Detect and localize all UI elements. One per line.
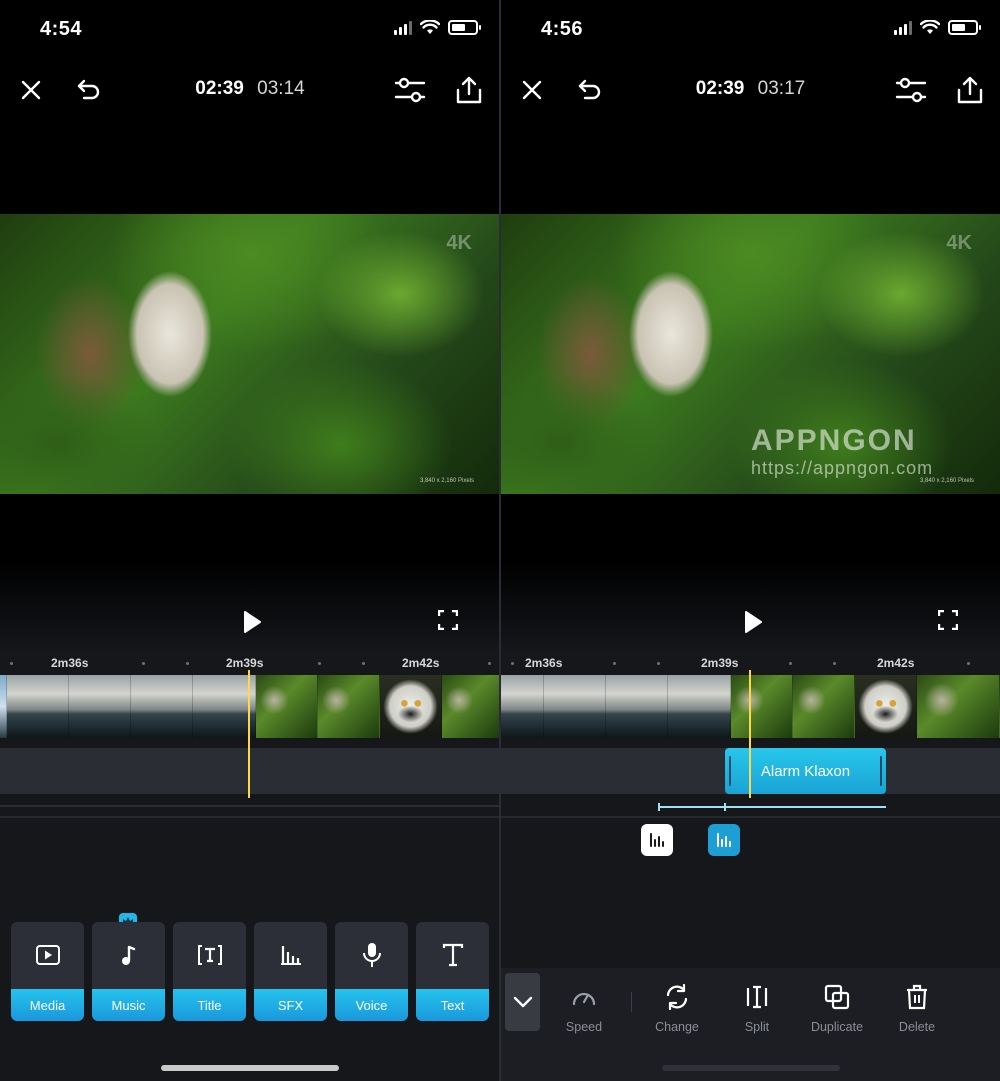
share-button[interactable] <box>950 70 990 110</box>
play-icon <box>244 611 261 633</box>
adjust-button[interactable] <box>891 70 931 110</box>
music-button[interactable]: Music <box>92 922 165 1021</box>
text-button[interactable]: Text <box>416 922 489 1021</box>
wifi-icon <box>420 20 440 34</box>
status-time: 4:56 <box>541 18 584 40</box>
title-icon <box>197 945 222 965</box>
signal-icon <box>394 20 412 35</box>
split-label: Split <box>744 1020 770 1034</box>
split-icon <box>746 985 768 1009</box>
play-icon <box>744 611 762 633</box>
audio-track[interactable] <box>0 748 500 794</box>
watermark-url: https://appngon.com <box>751 458 934 478</box>
duplicate-label: Duplicate <box>810 1020 864 1034</box>
media-button[interactable]: Media <box>11 922 84 1021</box>
ruler-tick: 2m42s <box>877 656 915 670</box>
playhead[interactable] <box>749 670 751 798</box>
media-icon <box>35 945 60 965</box>
fullscreen-button[interactable] <box>937 609 962 634</box>
voice-button[interactable]: Voice <box>335 922 408 1021</box>
status-time: 4:54 <box>40 18 83 40</box>
sfx-label: SFX <box>254 989 327 1021</box>
ruler-tick: 2m36s <box>525 656 563 670</box>
4k-badge: 4K <box>946 232 972 254</box>
resolution-label: 3,840 x 2,160 Pixels <box>419 478 474 484</box>
sliders-icon <box>895 77 927 103</box>
speed-button[interactable]: Speed <box>549 982 619 1034</box>
text-icon <box>442 943 463 967</box>
status-icons <box>894 20 981 35</box>
current-time: 02:39 <box>695 78 745 99</box>
ruler-tick: 2m39s <box>226 656 264 670</box>
sfx-icon <box>280 946 301 965</box>
video-preview[interactable]: 4K 3,840 x 2,160 Pixels <box>0 214 500 494</box>
battery-icon <box>948 20 981 35</box>
sfx-button[interactable]: SFX <box>254 922 327 1021</box>
text-label: Text <box>416 989 489 1021</box>
fullscreen-button[interactable] <box>437 609 462 634</box>
total-time: 03:17 <box>757 78 806 99</box>
battery-icon <box>448 20 481 35</box>
total-time: 03:14 <box>257 78 305 99</box>
signal-icon <box>894 20 912 35</box>
media-label: Media <box>11 989 84 1021</box>
voice-icon <box>362 943 381 967</box>
delete-label: Delete <box>898 1020 936 1034</box>
fullscreen-icon <box>937 609 959 631</box>
clip-range[interactable] <box>658 803 886 811</box>
delete-icon <box>907 984 927 1010</box>
ruler-tick: 2m36s <box>51 656 89 670</box>
home-indicator[interactable] <box>661 1065 840 1071</box>
split-button[interactable]: Split <box>722 982 792 1034</box>
change-button[interactable]: Change <box>642 982 712 1034</box>
change-icon <box>666 984 688 1010</box>
change-label: Change <box>655 1020 699 1034</box>
watermark-brand: APPNGON <box>751 424 917 457</box>
fullscreen-icon <box>437 609 459 631</box>
speed-label: Speed <box>565 1020 603 1034</box>
add-tools: Media Music Title SFX Voice Text <box>11 922 489 1021</box>
adjust-button[interactable] <box>390 70 430 110</box>
wifi-icon <box>920 20 940 34</box>
title-label: Title <box>173 989 246 1021</box>
waveform-button[interactable] <box>641 824 673 856</box>
playhead[interactable] <box>248 670 250 798</box>
watermark: APPNGON https://appngon.com <box>751 424 933 479</box>
music-label: Music <box>92 989 165 1021</box>
share-button[interactable] <box>449 70 489 110</box>
ruler-tick: 2m39s <box>701 656 739 670</box>
waveform-selected-button[interactable] <box>708 824 740 856</box>
video-preview[interactable]: 4K 3,840 x 2,160 Pixels APPNGON https://… <box>501 214 1000 494</box>
ruler-tick: 2m42s <box>402 656 440 670</box>
left-screen: 4:54 02:39 03:14 4K 3,840 x 2,160 Pixels <box>0 0 500 1081</box>
4k-badge: 4K <box>446 232 472 254</box>
right-screen: 4:56 02:39 03:17 4K 3,840 x 2,160 Pixels… <box>501 0 1000 1081</box>
collapse-button[interactable] <box>505 973 540 1031</box>
play-button[interactable] <box>238 608 266 636</box>
home-indicator[interactable] <box>161 1065 339 1071</box>
duplicate-button[interactable]: Duplicate <box>802 982 872 1034</box>
sliders-icon <box>394 77 426 103</box>
share-icon <box>957 76 983 104</box>
video-clip-strip[interactable] <box>0 675 500 738</box>
status-icons <box>394 20 481 35</box>
duplicate-icon <box>824 984 850 1010</box>
play-button[interactable] <box>739 608 767 636</box>
chevron-down-icon <box>513 996 532 1008</box>
current-time: 02:39 <box>195 78 244 99</box>
time-ruler: 2m36s 2m39s 2m42s <box>0 650 500 675</box>
audio-clip-label: Alarm Klaxon <box>760 762 851 780</box>
title-button[interactable]: Title <box>173 922 246 1021</box>
delete-button[interactable]: Delete <box>882 982 952 1034</box>
voice-label: Voice <box>335 989 408 1021</box>
share-icon <box>456 76 482 104</box>
music-icon <box>121 945 135 965</box>
speed-icon <box>572 992 596 1006</box>
